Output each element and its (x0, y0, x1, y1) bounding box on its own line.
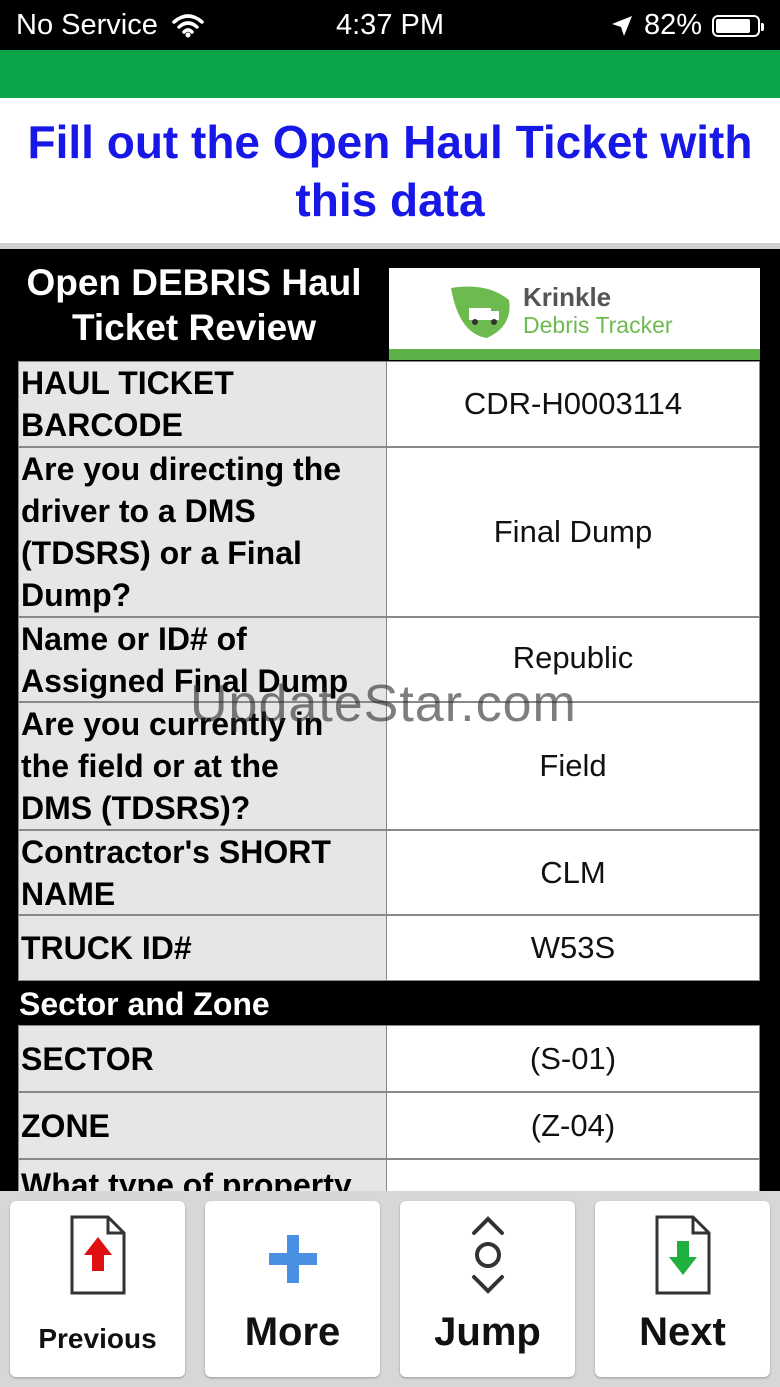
review-title-line-2: Ticket Review (71, 307, 317, 348)
up-down-chevron-icon (471, 1216, 504, 1294)
next-button[interactable]: Next (595, 1201, 770, 1377)
ticket-review[interactable]: Open DEBRIS Haul Ticket Review Krinkle D… (0, 249, 780, 1191)
field-row-contractor: Contractor's SHORT NAME CLM (18, 830, 760, 915)
jump-button[interactable]: Jump (400, 1201, 575, 1377)
field-value (387, 1159, 760, 1191)
field-row-truck-id: TRUCK ID# W53S (18, 915, 760, 981)
field-value: (Z-04) (387, 1092, 760, 1159)
field-label: SECTOR (18, 1025, 387, 1092)
field-row-sector: SECTOR (S-01) (18, 1025, 760, 1092)
leaf-truck-icon (451, 286, 510, 338)
field-value: CDR-H0003114 (387, 361, 760, 447)
more-label: More (244, 1310, 341, 1354)
field-value: Republic (387, 617, 760, 702)
status-bar: No Service 4:37 PM 82% (0, 0, 780, 50)
field-label: Are you currently in the field or at the D… (18, 702, 387, 830)
logo-brand-name: Krinkle (523, 282, 612, 312)
section-header-sector-zone: Sector and Zone (19, 986, 270, 1022)
banner-line-2: this data (295, 173, 485, 226)
review-title-line-1: Open DEBRIS Haul (26, 262, 362, 303)
battery-icon (712, 14, 764, 37)
field-label: ZONE (18, 1092, 387, 1159)
previous-button[interactable]: Previous (10, 1201, 185, 1377)
banner-line-1: Fill out the Open Haul Ticket with (27, 115, 753, 168)
field-value: (S-01) (387, 1025, 760, 1092)
document-down-arrow-icon (655, 1215, 710, 1295)
instruction-banner: Fill out the Open Haul Ticket with this … (0, 98, 780, 243)
field-value: Field (387, 702, 760, 830)
field-value: W53S (387, 915, 760, 981)
previous-label: Previous (38, 1323, 157, 1354)
field-row-destination: Are you directing the driver to a DMS (TDS… (18, 447, 760, 617)
location-arrow-icon (611, 15, 632, 36)
field-row-zone: ZONE (Z-04) (18, 1092, 760, 1159)
more-button[interactable]: More (205, 1201, 380, 1377)
review-title: Open DEBRIS Haul Ticket Review (0, 249, 388, 361)
logo-brand-subtitle: Debris Tracker (523, 312, 673, 338)
document-up-arrow-icon (70, 1215, 125, 1295)
field-row-property-type: What type of property (18, 1159, 760, 1191)
next-label: Next (639, 1310, 726, 1354)
field-label: Contractor's SHORT NAME (18, 830, 387, 915)
jump-label: Jump (434, 1310, 541, 1354)
field-label: TRUCK ID# (18, 915, 387, 981)
header-bar (0, 50, 780, 98)
field-label: Are you directing the driver to a DMS (TDS… (18, 447, 387, 617)
battery-percent: 82% (643, 9, 702, 41)
field-value: Final Dump (387, 447, 760, 617)
krinkle-logo: Krinkle Debris Tracker (389, 268, 760, 360)
field-value: CLM (387, 830, 760, 915)
field-label: HAUL TICKET BARCODE (18, 361, 387, 447)
field-row-barcode: HAUL TICKET BARCODE CDR-H0003114 (18, 361, 760, 447)
field-row-location: Are you currently in the field or at the D… (18, 702, 760, 830)
plus-icon (268, 1235, 317, 1283)
field-label: What type of property (18, 1159, 387, 1191)
field-label: Name or ID# of Assigned Final Dump (18, 617, 387, 702)
bottom-toolbar: Previous More Jump Next (0, 1191, 780, 1387)
field-row-final-dump: Name or ID# of Assigned Final Dump Republ… (18, 617, 760, 702)
